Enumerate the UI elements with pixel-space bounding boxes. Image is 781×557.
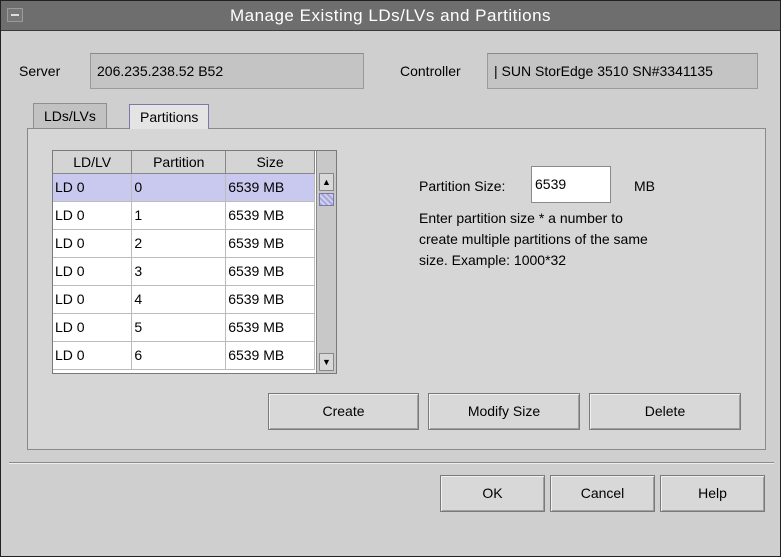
controller-label: Controller	[400, 63, 461, 79]
delete-button[interactable]: Delete	[589, 393, 741, 430]
cell-size: 6539 MB	[225, 341, 315, 370]
cell-ldlv: LD 0	[53, 229, 133, 258]
cell-partition: 1	[131, 201, 227, 230]
cell-size: 6539 MB	[225, 201, 315, 230]
dialog-window: Manage Existing LDs/LVs and Partitions S…	[0, 0, 781, 557]
cell-ldlv: LD 0	[53, 173, 133, 202]
tab-ldslvs[interactable]: LDs/LVs	[33, 103, 107, 129]
cell-partition: 2	[131, 229, 227, 258]
partition-size-hint-line2: create multiple partitions of the same	[419, 231, 648, 247]
ok-button[interactable]: OK	[440, 475, 545, 512]
controller-field: | SUN StorEdge 3510 SN#3341135	[487, 53, 758, 89]
help-button[interactable]: Help	[660, 475, 765, 512]
cell-size: 6539 MB	[225, 257, 315, 286]
column-header-ldlv[interactable]: LD/LV	[53, 151, 133, 174]
cell-partition: 0	[131, 173, 227, 202]
partition-size-hint-line3: size. Example: 1000*32	[419, 252, 567, 268]
cell-ldlv: LD 0	[53, 201, 133, 230]
scroll-thumb[interactable]	[319, 193, 334, 206]
table-row[interactable]: LD 0 2 6539 MB	[53, 229, 315, 258]
cell-ldlv: LD 0	[53, 313, 133, 342]
cell-size: 6539 MB	[225, 285, 315, 314]
cell-ldlv: LD 0	[53, 257, 133, 286]
server-field: 206.235.238.52 B52	[90, 53, 364, 89]
cell-partition: 6	[131, 341, 227, 370]
table-row[interactable]: LD 0 1 6539 MB	[53, 201, 315, 230]
scroll-down-arrow-icon[interactable]: ▼	[319, 353, 334, 371]
footer-separator	[9, 462, 774, 464]
table-row[interactable]: LD 0 3 6539 MB	[53, 257, 315, 286]
partition-size-label: Partition Size:	[419, 178, 506, 194]
create-button[interactable]: Create	[268, 393, 419, 430]
table-row[interactable]: LD 0 6 6539 MB	[53, 341, 315, 370]
partitions-table[interactable]: LD/LV Partition Size LD 0 0 6539 MB LD 0…	[52, 150, 337, 374]
cancel-button[interactable]: Cancel	[550, 475, 655, 512]
table-scrollbar[interactable]: ▲ ▼	[316, 151, 336, 373]
cell-partition: 4	[131, 285, 227, 314]
server-label: Server	[19, 63, 61, 79]
cell-size: 6539 MB	[225, 313, 315, 342]
cell-size: 6539 MB	[225, 229, 315, 258]
tab-partitions[interactable]: Partitions	[129, 104, 210, 129]
cell-ldlv: LD 0	[53, 285, 133, 314]
partition-size-unit: MB	[634, 178, 655, 194]
table-row[interactable]: LD 0 5 6539 MB	[53, 313, 315, 342]
title-bar[interactable]: Manage Existing LDs/LVs and Partitions	[1, 1, 780, 31]
column-header-size[interactable]: Size	[225, 151, 315, 174]
cell-ldlv: LD 0	[53, 341, 133, 370]
window-title: Manage Existing LDs/LVs and Partitions	[229, 6, 552, 25]
table-row[interactable]: LD 0 0 6539 MB	[53, 173, 315, 202]
table-row[interactable]: LD 0 4 6539 MB	[53, 285, 315, 314]
modify-size-button[interactable]: Modify Size	[428, 393, 580, 430]
column-header-partition[interactable]: Partition	[131, 151, 227, 174]
cell-partition: 5	[131, 313, 227, 342]
partition-size-input[interactable]: 6539	[531, 166, 611, 203]
partition-size-hint-line1: Enter partition size * a number to	[419, 210, 623, 226]
cell-partition: 3	[131, 257, 227, 286]
scroll-up-arrow-icon[interactable]: ▲	[319, 173, 334, 191]
partitions-panel: LD/LV Partition Size LD 0 0 6539 MB LD 0…	[27, 128, 766, 450]
cell-size: 6539 MB	[225, 173, 315, 202]
